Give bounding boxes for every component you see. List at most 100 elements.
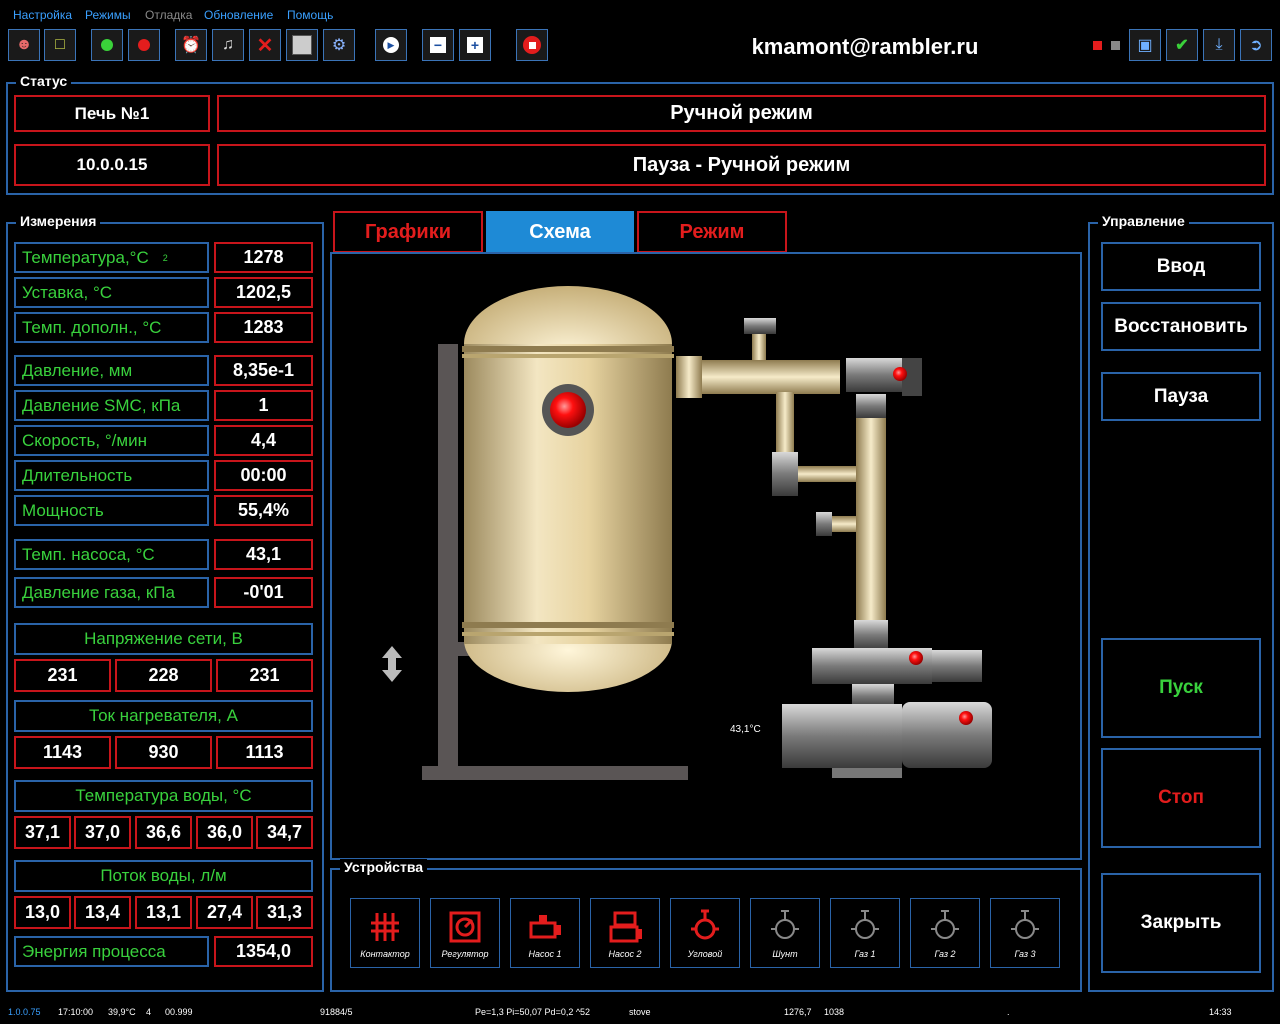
menu-update[interactable]: Обновление xyxy=(204,8,273,22)
download-button[interactable]: ⤓ xyxy=(1203,29,1235,61)
menu-debug[interactable]: Отладка xyxy=(145,8,192,22)
download-icon: ⤓ xyxy=(1215,36,1223,53)
menu-modes[interactable]: Режимы xyxy=(85,8,131,22)
green-light-icon xyxy=(101,39,113,51)
stop-button[interactable] xyxy=(516,29,548,61)
tab-mode[interactable]: Режим xyxy=(637,211,787,253)
user-icon: ☻ xyxy=(15,36,33,53)
current-value-2: 930 xyxy=(115,736,212,769)
statusbar-pressures: Pe=1,3 Pi=50,07 Pd=0,2 ^52 xyxy=(475,1007,591,1017)
device-gas-3[interactable]: Газ 3 xyxy=(990,898,1060,968)
side-valve xyxy=(772,452,798,496)
scheme-panel: 43,1°C xyxy=(330,252,1082,860)
water-temp-value-2: 37,0 xyxy=(74,816,131,849)
start-button[interactable]: Пуск xyxy=(1101,638,1261,738)
voltage-value-3: 231 xyxy=(216,659,313,692)
check-button[interactable]: ✔ xyxy=(1166,29,1198,61)
statusbar-reading-1: 1276,7 xyxy=(784,1007,812,1017)
statusbar-mode: stove xyxy=(629,1007,651,1017)
measurements-title: Измерения xyxy=(16,213,101,229)
pause-button[interactable]: Пауза xyxy=(1101,372,1261,421)
furnace-name: Печь №1 xyxy=(14,95,210,132)
measure-value-temperature: 1278 xyxy=(214,242,313,273)
device-shunt[interactable]: Шунт xyxy=(750,898,820,968)
stop-button-main[interactable]: Стоп xyxy=(1101,748,1261,848)
settings-icon: ⚙ xyxy=(331,37,347,54)
menu-help[interactable]: Помощь xyxy=(287,8,333,22)
close-button[interactable]: ✕ xyxy=(249,29,281,61)
settings-button[interactable]: ⚙ xyxy=(323,29,355,61)
tab-scheme[interactable]: Схема xyxy=(486,211,634,253)
water-flow-value-3: 13,1 xyxy=(135,896,192,929)
open-button[interactable]: □ xyxy=(44,29,76,61)
check-icon: ✔ xyxy=(1175,37,1189,54)
measure-label-temperature: Температура,°С 2 xyxy=(14,242,209,273)
green-light-button[interactable] xyxy=(91,29,123,61)
close-icon: ✕ xyxy=(256,34,274,57)
statusbar-version: 1.0.0.75 xyxy=(8,1007,41,1017)
statusbar-value: 00.999 xyxy=(165,1007,193,1017)
roots-pump-indicator xyxy=(909,651,923,665)
monitor-icon: ▣ xyxy=(1137,37,1153,54)
ip-address: 10.0.0.15 xyxy=(14,144,210,186)
music-note-icon: ♫ xyxy=(222,36,234,53)
enter-button[interactable]: Ввод xyxy=(1101,242,1261,291)
measure-label-extra-temp: Темп. дополн., °С xyxy=(14,312,209,343)
alarm-button[interactable]: ⏰ xyxy=(175,29,207,61)
restore-button[interactable]: Восстановить xyxy=(1101,302,1261,351)
user-button[interactable]: ☻ xyxy=(8,29,40,61)
current-value-1: 1143 xyxy=(14,736,111,769)
device-regulator[interactable]: Регулятор xyxy=(430,898,500,968)
red-light-icon xyxy=(138,39,150,51)
zoom-in-button[interactable]: + xyxy=(459,29,491,61)
close-app-button[interactable]: Закрыть xyxy=(1101,873,1261,973)
alarm-clock-icon: ⏰ xyxy=(181,37,201,54)
measure-value-smc-pressure: 1 xyxy=(214,390,313,421)
save-icon xyxy=(292,35,312,55)
menu-settings[interactable]: Настройка xyxy=(13,8,72,22)
measure-label-power: Мощность xyxy=(14,495,209,526)
pump-motor xyxy=(902,702,992,768)
zoom-out-button[interactable]: − xyxy=(422,29,454,61)
play-button[interactable]: ▶ xyxy=(375,29,407,61)
gas-valve-icon xyxy=(1011,910,1039,939)
monitor-button[interactable]: ▣ xyxy=(1129,29,1161,61)
voltage-value-1: 231 xyxy=(14,659,111,692)
measure-value-pressure: 8,35e-1 xyxy=(214,355,313,386)
angle-valve-icon xyxy=(691,909,719,940)
measure-label-duration: Длительность xyxy=(14,460,209,491)
sound-button[interactable]: ♫ xyxy=(212,29,244,61)
water-temp-value-5: 34,7 xyxy=(256,816,313,849)
water-temp-value-1: 37,1 xyxy=(14,816,71,849)
red-light-button[interactable] xyxy=(128,29,160,61)
stand-base xyxy=(422,766,688,780)
statusbar-reading-2: 1038 xyxy=(824,1007,845,1017)
roots-pump-icon xyxy=(609,911,642,943)
current-value-3: 1113 xyxy=(216,736,313,769)
updown-arrow-icon[interactable] xyxy=(382,646,402,682)
device-contactor[interactable]: Контактор xyxy=(350,898,420,968)
tab-graphs[interactable]: Графики xyxy=(333,211,483,253)
contact-email: kmamont@rambler.ru xyxy=(751,34,979,59)
stand-post xyxy=(438,344,458,768)
water-flow-value-5: 31,3 xyxy=(256,896,313,929)
device-pump-1[interactable]: Насос 1 xyxy=(510,898,580,968)
statusbar-time: 17:10:00 xyxy=(58,1007,94,1017)
stop-icon xyxy=(523,36,541,54)
device-pump-2[interactable]: Насос 2 xyxy=(590,898,660,968)
measure-value-speed: 4,4 xyxy=(214,425,313,456)
gas-valve-icon xyxy=(931,910,959,939)
measure-value-setpoint: 1202,5 xyxy=(214,277,313,308)
device-angle-valve[interactable]: Угловой xyxy=(670,898,740,968)
device-gas-1[interactable]: Газ 1 xyxy=(830,898,900,968)
pump-temperature-label: 43,1°C xyxy=(730,724,761,735)
water-flow-value-2: 13,4 xyxy=(74,896,131,929)
zoom-out-icon: − xyxy=(430,37,446,53)
device-gas-2[interactable]: Газ 2 xyxy=(910,898,980,968)
energy-label: Энергия процесса xyxy=(14,936,209,967)
voltage-value-2: 228 xyxy=(115,659,212,692)
save-button[interactable] xyxy=(286,29,318,61)
water-temp-value-3: 36,6 xyxy=(135,816,192,849)
gas-valve-icon xyxy=(851,910,879,939)
exit-button[interactable]: ➲ xyxy=(1240,29,1272,61)
